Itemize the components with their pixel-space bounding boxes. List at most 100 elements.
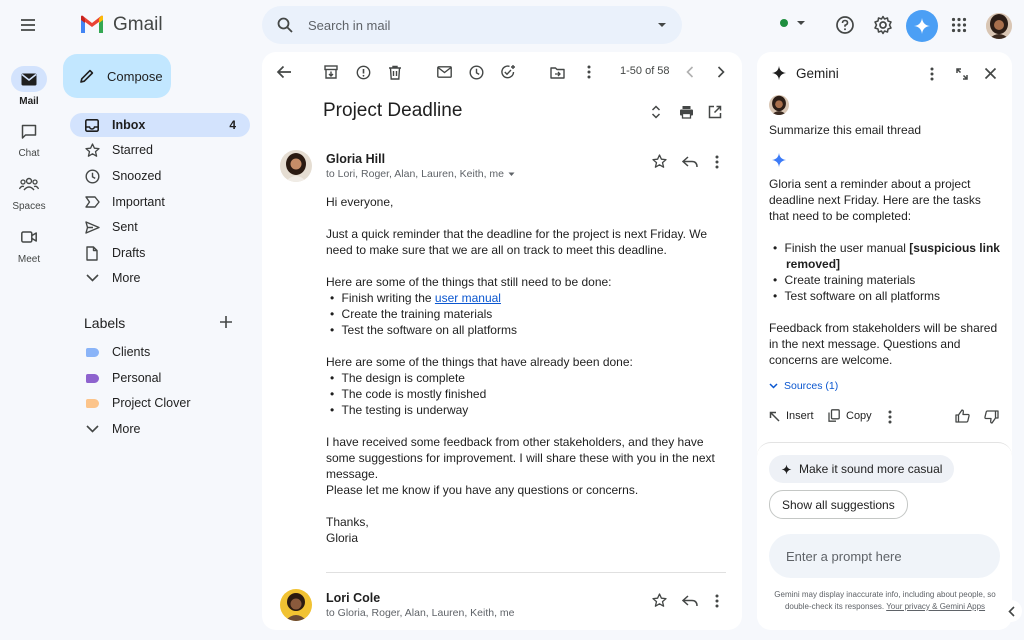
app-name: Gmail <box>113 14 163 35</box>
gemini-title: Gemini <box>796 65 839 81</box>
labels-more[interactable]: More <box>70 417 250 441</box>
snooze-button[interactable] <box>466 62 486 82</box>
close-icon <box>984 67 997 80</box>
search-options-icon[interactable] <box>656 19 668 31</box>
mark-unread-button[interactable] <box>434 62 454 82</box>
response-task-list: Finish the user manual [suspicious link … <box>769 240 1001 304</box>
star-icon <box>84 142 100 157</box>
recipients-text[interactable]: to Gloria, Roger, Alan, Lauren, Keith, m… <box>326 607 515 619</box>
chevron-left-icon <box>1007 605 1015 617</box>
nav-sent-label: Sent <box>112 220 138 234</box>
gmail-logo[interactable]: Gmail <box>79 14 163 36</box>
show-all-suggestions-button[interactable]: Show all suggestions <box>769 490 908 519</box>
gemini-sparkle-icon <box>771 65 787 81</box>
more-vert-icon <box>715 594 719 608</box>
compose-button[interactable]: Compose <box>63 54 171 98</box>
support-button[interactable] <box>835 15 855 35</box>
caret-down-icon <box>508 172 515 176</box>
sender-avatar[interactable] <box>280 150 312 182</box>
more-vert-icon <box>715 155 719 169</box>
message-paragraph: I have received some feedback from other… <box>326 435 715 481</box>
rail-mail[interactable]: Mail <box>0 66 58 107</box>
thumbs-down-button[interactable] <box>984 410 999 424</box>
collapse-side-panel-button[interactable] <box>1000 600 1022 622</box>
nav-important-label: Important <box>112 195 165 209</box>
reply-button[interactable] <box>682 156 698 168</box>
label-personal[interactable]: Personal <box>70 366 250 390</box>
unfold-icon <box>651 105 661 119</box>
star-button[interactable] <box>652 593 667 608</box>
sender-name[interactable]: Gloria Hill <box>326 152 385 166</box>
inbox-icon <box>85 118 99 132</box>
star-button[interactable] <box>652 154 667 169</box>
done-list: The design is complete The code is mostl… <box>326 370 487 418</box>
main-menu-button[interactable] <box>18 15 38 35</box>
rail-spaces[interactable]: Spaces <box>0 171 58 212</box>
expand-icon <box>956 68 968 80</box>
reply-button[interactable] <box>682 595 698 607</box>
print-button[interactable] <box>679 105 694 119</box>
sender-avatar[interactable] <box>280 589 312 621</box>
rail-mail-label: Mail <box>19 96 39 107</box>
rail-meet[interactable]: Meet <box>0 224 58 265</box>
expand-all-button[interactable] <box>651 105 661 119</box>
user-manual-link[interactable]: user manual <box>435 291 501 305</box>
settings-button[interactable] <box>873 15 893 35</box>
status-indicator[interactable] <box>780 18 806 28</box>
nav-important[interactable]: Important <box>70 190 250 214</box>
privacy-link[interactable]: Your privacy & Gemini Apps <box>886 602 985 611</box>
rail-chat[interactable]: Chat <box>0 118 58 159</box>
gemini-close-button[interactable] <box>984 67 997 80</box>
thumbs-up-button[interactable] <box>955 409 970 423</box>
label-clients[interactable]: Clients <box>70 340 250 364</box>
response-more-button[interactable] <box>888 410 892 424</box>
search-icon[interactable] <box>276 16 294 34</box>
search-input[interactable] <box>308 17 656 33</box>
message-more-button[interactable] <box>715 155 719 169</box>
list-item: The testing is underway <box>330 402 486 418</box>
report-spam-button[interactable] <box>353 62 373 82</box>
move-to-button[interactable] <box>547 62 567 82</box>
nav-sent[interactable]: Sent <box>70 215 250 239</box>
message-more-button[interactable] <box>715 594 719 608</box>
rail-spaces-label: Spaces <box>12 201 46 212</box>
nav-snoozed[interactable]: Snoozed <box>70 164 250 188</box>
pencil-icon <box>80 69 94 83</box>
insert-button[interactable]: Insert <box>769 410 814 422</box>
gemini-expand-button[interactable] <box>956 68 968 80</box>
older-button[interactable] <box>711 62 731 82</box>
more-actions-button[interactable] <box>579 62 599 82</box>
back-button[interactable] <box>274 62 294 82</box>
nav-drafts[interactable]: Drafts <box>70 241 250 265</box>
sources-toggle[interactable]: Sources (1) <box>769 380 838 392</box>
apps-button[interactable] <box>951 17 967 33</box>
archive-icon <box>324 65 338 79</box>
create-label-button[interactable] <box>219 315 233 329</box>
recipients-line[interactable]: to Lori, Roger, Alan, Lauren, Keith, me <box>326 168 515 180</box>
suggestion-chip[interactable]: Make it sound more casual <box>769 455 955 483</box>
copy-button[interactable]: Copy <box>828 409 872 422</box>
archive-button[interactable] <box>321 62 341 82</box>
account-avatar[interactable] <box>986 13 1012 39</box>
label-project-clover[interactable]: Project Clover <box>70 391 250 415</box>
nav-inbox[interactable]: Inbox 4 <box>70 113 250 137</box>
prompt-placeholder: Enter a prompt here <box>786 548 902 564</box>
clock-icon <box>468 64 484 80</box>
gemini-prompt-input[interactable]: Enter a prompt here <box>769 534 1000 578</box>
delete-button[interactable] <box>385 62 405 82</box>
open-new-window-button[interactable] <box>708 105 722 119</box>
nav-starred[interactable]: Starred <box>70 138 250 162</box>
gemini-more-button[interactable] <box>930 67 934 81</box>
nav-more[interactable]: More <box>70 266 250 290</box>
insert-arrow-icon <box>769 411 780 422</box>
add-to-tasks-button[interactable] <box>498 62 518 82</box>
task-text: Finish the user manual <box>784 241 910 255</box>
newer-button[interactable] <box>680 62 700 82</box>
sender-name[interactable]: Lori Cole <box>326 591 380 605</box>
add-task-icon <box>501 65 515 79</box>
reply-icon <box>682 156 698 168</box>
search-bar[interactable] <box>262 6 682 44</box>
label-clients-text: Clients <box>112 345 151 359</box>
gear-icon <box>874 15 892 35</box>
gemini-button[interactable] <box>906 10 938 42</box>
